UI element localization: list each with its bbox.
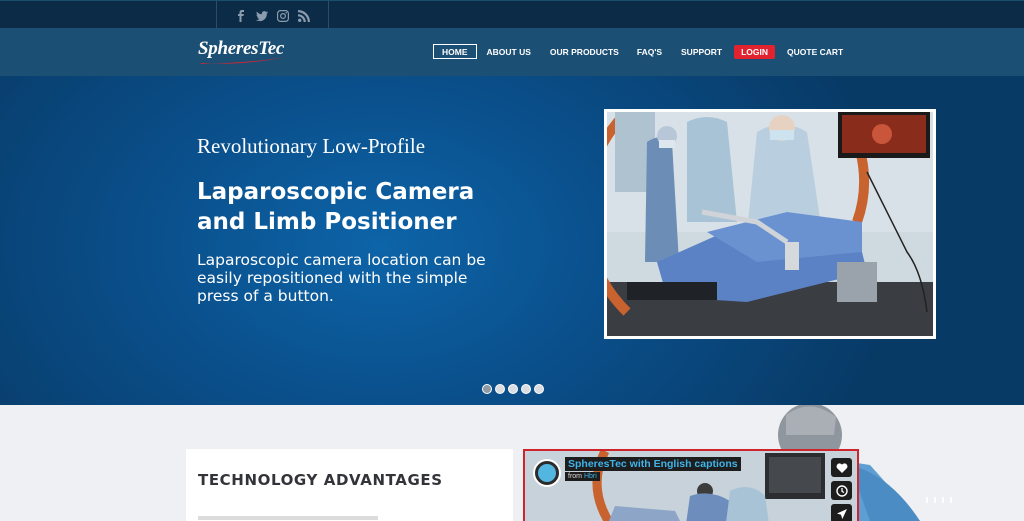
send-icon (836, 508, 847, 519)
logo-swoosh-icon (200, 57, 286, 64)
watch-later-button[interactable] (831, 481, 852, 500)
nav-menu: HOME ABOUT US OUR PRODUCTS FAQ'S SUPPORT… (433, 44, 843, 59)
instagram-icon[interactable] (277, 9, 289, 22)
technology-advantages-card: TECHNOLOGY ADVANTAGES (186, 449, 513, 521)
heart-icon (836, 462, 847, 473)
slide-dot[interactable] (508, 384, 518, 394)
nav-faqs[interactable]: FAQ'S (637, 45, 662, 59)
surgery-room-photo (604, 109, 936, 339)
top-bar (0, 0, 1024, 29)
video-title[interactable]: SpheresTec with English captions (565, 457, 741, 471)
hero-slider: Revolutionary Low-Profile Laparoscopic C… (0, 76, 1024, 405)
slide-dot[interactable] (495, 384, 505, 394)
decorative-marks (926, 497, 952, 503)
twitter-icon[interactable] (256, 9, 268, 22)
social-links (216, 1, 329, 29)
share-button[interactable] (831, 504, 852, 521)
nav-support[interactable]: SUPPORT (681, 45, 722, 59)
hero-kicker: Revolutionary Low-Profile (197, 134, 426, 158)
nav-home[interactable]: HOME (433, 44, 477, 59)
video-from: from Hbri (565, 472, 600, 481)
video-embed[interactable]: SpheresTec with English captions from Hb… (523, 449, 859, 521)
advantages-text-placeholder (198, 516, 378, 520)
video-from-name[interactable]: Hbri (584, 473, 597, 480)
clock-icon (835, 484, 848, 497)
main-navigation: SpheresTec HOME ABOUT US OUR PRODUCTS FA… (0, 28, 1024, 76)
content-section: TECHNOLOGY ADVANTAGES SpheresTec with En… (0, 405, 1024, 521)
channel-avatar[interactable] (533, 459, 561, 487)
slide-dot[interactable] (534, 384, 544, 394)
spherestec-logo[interactable]: SpheresTec (198, 38, 290, 66)
slider-dots (482, 384, 544, 394)
nav-our-products[interactable]: OUR PRODUCTS (550, 45, 619, 59)
nav-quote-cart[interactable]: QUOTE CART (787, 45, 843, 59)
facebook-icon[interactable] (235, 9, 247, 22)
like-button[interactable] (831, 458, 852, 477)
slide-dot[interactable] (482, 384, 492, 394)
hero-description: Laparoscopic camera location can be easi… (197, 251, 486, 305)
hero-title: Laparoscopic Camera and Limb Positioner (197, 179, 475, 235)
slide-dot[interactable] (521, 384, 531, 394)
nav-about-us[interactable]: ABOUT US (487, 45, 531, 59)
login-button[interactable]: LOGIN (734, 44, 776, 59)
technology-advantages-title: TECHNOLOGY ADVANTAGES (198, 471, 443, 489)
rss-icon[interactable] (298, 9, 310, 22)
